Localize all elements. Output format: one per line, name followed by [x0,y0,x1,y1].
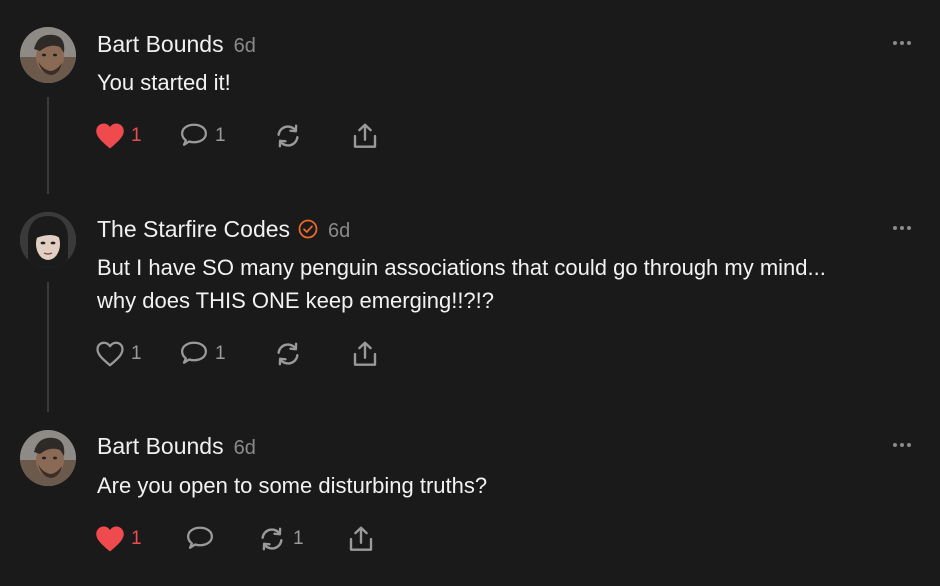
share-icon [349,526,373,551]
reply-count: 1 [215,343,226,364]
post-text-line: why does THIS ONE keep emerging!!?!? [97,288,495,313]
action-bar: 1 1 [95,120,415,152]
timestamp: 6d [233,35,256,57]
share-button[interactable] [346,523,376,555]
thread-line [47,282,49,412]
author-label[interactable]: Bart Bounds [97,433,224,459]
share-button[interactable] [350,120,380,152]
author-label[interactable]: The Starfire Codes [97,216,290,242]
repost-count: 1 [293,528,304,549]
timestamp: 6d [328,220,351,242]
author-label[interactable]: Bart Bounds [97,31,224,57]
comment-icon [181,341,207,364]
post-text: You started it! [97,66,231,99]
like-button[interactable]: 1 [95,120,142,152]
action-bar: 1 1 [95,338,415,370]
timestamp: 6d [233,437,256,459]
thread-line [47,97,49,194]
repost-icon [261,527,283,551]
more-options-icon[interactable] [892,40,912,46]
like-count: 1 [131,125,142,146]
post-text: Are you open to some disturbing truths? [97,469,487,502]
repost-icon [277,124,299,148]
share-icon [353,341,377,366]
post-1: Bart Bounds 6d You started it! 1 1 [0,0,940,195]
share-button[interactable] [350,338,380,370]
post-3: Bart Bounds 6d Are you open to some distu… [0,412,940,586]
reply-button[interactable]: 1 [179,120,226,152]
heart-outline-icon [96,341,124,367]
like-button[interactable]: 1 [95,338,142,370]
post-2: The Starfire Codes 6d But I have SO many… [0,195,940,412]
repost-button[interactable] [273,120,309,152]
repost-button[interactable]: 1 [257,523,304,555]
avatar[interactable] [20,430,76,486]
like-count: 1 [131,343,142,364]
heart-filled-icon [96,123,124,149]
more-options-icon[interactable] [892,442,912,448]
post-text-line: Are you open to some disturbing truths? [97,473,488,498]
post-text-line: But I have SO many penguin associations … [97,255,826,280]
repost-icon [277,342,299,366]
author-name[interactable]: Bart Bounds 6d [97,433,256,460]
avatar[interactable] [20,27,76,83]
repost-button[interactable] [273,338,309,370]
author-name[interactable]: The Starfire Codes 6d [97,216,350,243]
share-icon [353,123,377,148]
reply-button[interactable] [185,523,221,555]
reply-button[interactable]: 1 [179,338,226,370]
heart-filled-icon [96,526,124,552]
more-options-icon[interactable] [892,225,912,231]
avatar[interactable] [20,212,76,268]
reply-count: 1 [215,125,226,146]
author-name[interactable]: Bart Bounds 6d [97,31,256,58]
like-button[interactable]: 1 [95,523,142,555]
action-bar: 1 1 [95,523,415,555]
post-text-line: You started it! [97,70,231,95]
verified-badge-icon [298,219,318,239]
like-count: 1 [131,528,142,549]
comment-icon [181,123,207,146]
post-text: But I have SO many penguin associations … [97,251,826,317]
comment-icon [187,526,213,549]
